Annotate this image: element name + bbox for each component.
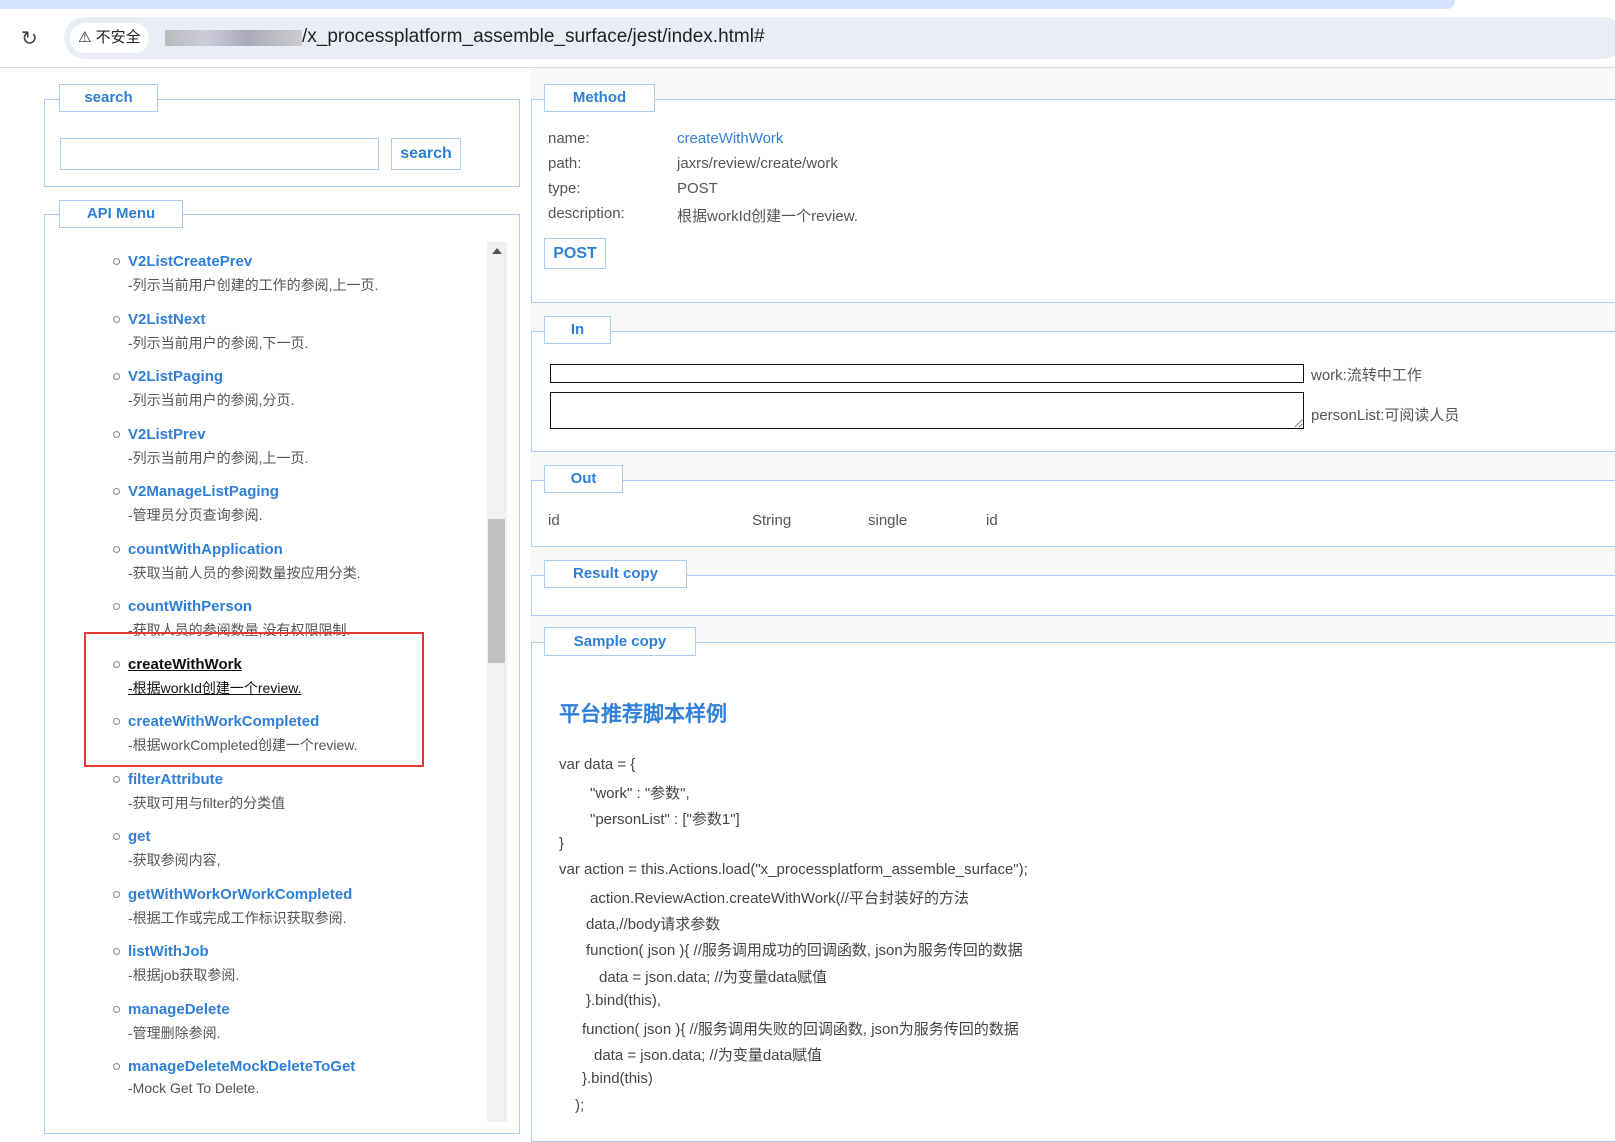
menu-item-desc[interactable]: -管理员分页查询参阅. xyxy=(128,505,263,525)
menu-item-desc[interactable]: -获取当前人员的参阅数量按应用分类. xyxy=(128,563,361,583)
code-line: }.bind(this) xyxy=(582,1070,653,1088)
menu-item-title[interactable]: get xyxy=(128,828,151,845)
menu-item-desc[interactable]: -根据job获取参阅. xyxy=(128,965,239,985)
url-text[interactable]: /x_processplatform_assemble_surface/jest… xyxy=(302,26,765,48)
code-line: action.ReviewAction.createWithWork(//平台封… xyxy=(590,890,969,907)
code-line: data,//body请求参数 xyxy=(586,916,721,934)
code-line: var data = { xyxy=(559,756,636,773)
sample-heading: 平台推荐脚本样例 xyxy=(559,703,727,726)
menu-item-desc[interactable]: -根据工作或完成工作标识获取参阅. xyxy=(128,908,347,928)
menu-item-title[interactable]: manageDeleteMockDeleteToGet xyxy=(128,1058,355,1075)
code-line: var action = this.Actions.load("x_proces… xyxy=(559,860,1028,878)
bullet-icon xyxy=(113,890,120,898)
menu-item-title[interactable]: V2ListNext xyxy=(128,311,206,328)
method-legend: Method xyxy=(544,84,655,112)
search-input[interactable] xyxy=(60,138,379,170)
highlight-box xyxy=(84,632,424,767)
bullet-icon xyxy=(113,833,120,840)
bullet-icon xyxy=(113,603,120,610)
search-button[interactable]: search xyxy=(391,138,461,170)
out-field-name: id xyxy=(548,512,560,529)
menu-item-title[interactable]: V2ManageListPaging xyxy=(128,483,279,500)
menu-item-desc[interactable]: -列示当前用户的参阅,分页. xyxy=(128,390,294,410)
menu-scrollbar[interactable] xyxy=(487,242,507,1122)
menu-item-desc[interactable]: -获取参阅内容, xyxy=(128,850,221,870)
warning-icon: ⚠ xyxy=(78,29,96,46)
menu-item-desc[interactable]: -管理删除参阅. xyxy=(128,1023,221,1043)
menu-item-title[interactable]: V2ListPrev xyxy=(128,426,206,443)
personlist-label: personList:可阅读人员 xyxy=(1311,407,1460,424)
menu-item-title[interactable]: countWithApplication xyxy=(128,541,283,558)
code-line: ); xyxy=(575,1096,585,1114)
menu-item-title[interactable]: filterAttribute xyxy=(128,771,223,788)
security-badge[interactable]: ⚠ 不安全 xyxy=(70,23,149,53)
scroll-thumb[interactable] xyxy=(488,519,505,663)
code-line: data = json.data; //为变量data赋值 xyxy=(599,968,828,986)
method-type: POST xyxy=(677,180,718,197)
personlist-textarea[interactable] xyxy=(550,392,1304,429)
menu-item-desc[interactable]: -获取可用与filter的分类值 xyxy=(128,793,285,813)
bullet-icon xyxy=(113,948,120,955)
sample-copy-legend[interactable]: Sample copy xyxy=(544,627,696,656)
bullet-icon xyxy=(113,545,120,553)
menu-item-title[interactable]: V2ListCreatePrev xyxy=(128,253,252,270)
menu-item-title[interactable]: getWithWorkOrWorkCompleted xyxy=(128,886,352,903)
type-label: type: xyxy=(548,180,581,197)
in-legend: In xyxy=(544,316,611,344)
menu-item-desc[interactable]: -列示当前用户创建的工作的参阅,上一页. xyxy=(128,275,378,295)
code-line: data = json.data; //为变量data赋值 xyxy=(594,1047,823,1065)
code-line: "work" : "参数", xyxy=(590,785,690,803)
menu-item-desc[interactable]: -列示当前用户的参阅,上一页. xyxy=(128,448,308,468)
work-label: work:流转中工作 xyxy=(1311,367,1422,384)
menu-item-title[interactable]: manageDelete xyxy=(128,1001,230,1018)
bullet-icon xyxy=(113,315,120,323)
reload-icon[interactable]: ↻ xyxy=(21,26,38,51)
method-path: jaxrs/review/create/work xyxy=(677,155,838,172)
method-name: createWithWork xyxy=(677,130,784,147)
code-line: function( json ){ //服务调用成功的回调函数, json为服务… xyxy=(586,942,1023,960)
code-line: }.bind(this), xyxy=(586,991,662,1009)
method-description: 根据workId创建一个review. xyxy=(677,208,858,225)
out-fieldset xyxy=(531,480,1615,547)
api-menu-legend: API Menu xyxy=(59,200,183,228)
post-button[interactable]: POST xyxy=(544,238,606,269)
code-line: function( json ){ //服务调用失败的回调函数, json为服务… xyxy=(582,1021,1019,1038)
menu-item-title[interactable]: listWithJob xyxy=(128,943,209,960)
tab-strip xyxy=(0,0,1455,9)
bullet-icon xyxy=(113,488,120,495)
search-legend: search xyxy=(59,84,158,112)
result-copy-legend[interactable]: Result copy xyxy=(544,560,687,588)
bullet-icon xyxy=(113,430,120,438)
code-line: "personList" : ["参数1"] xyxy=(590,811,740,829)
menu-item-desc[interactable]: -Mock Get To Delete. xyxy=(128,1080,259,1096)
redacted-host xyxy=(165,30,302,46)
out-legend: Out xyxy=(544,465,623,493)
name-label: name: xyxy=(548,130,590,147)
result-fieldset xyxy=(531,575,1615,616)
bullet-icon xyxy=(113,1063,120,1070)
insecure-label: 不安全 xyxy=(95,29,141,46)
code-line: } xyxy=(559,834,565,852)
out-field-desc: id xyxy=(986,512,998,529)
out-field-type: String xyxy=(752,512,792,529)
bullet-icon xyxy=(113,1005,120,1013)
path-label: path: xyxy=(548,155,582,172)
bullet-icon xyxy=(113,775,120,783)
menu-item-desc[interactable]: -列示当前用户的参阅,下一页. xyxy=(128,333,308,353)
description-label: description: xyxy=(548,205,625,222)
out-field-cardinality: single xyxy=(868,512,908,529)
menu-item-title[interactable]: countWithPerson xyxy=(128,598,252,615)
scroll-up-icon[interactable] xyxy=(492,248,502,254)
bullet-icon xyxy=(113,258,120,265)
bullet-icon xyxy=(113,373,120,380)
work-input[interactable] xyxy=(550,364,1304,383)
menu-item-title[interactable]: V2ListPaging xyxy=(128,368,223,385)
